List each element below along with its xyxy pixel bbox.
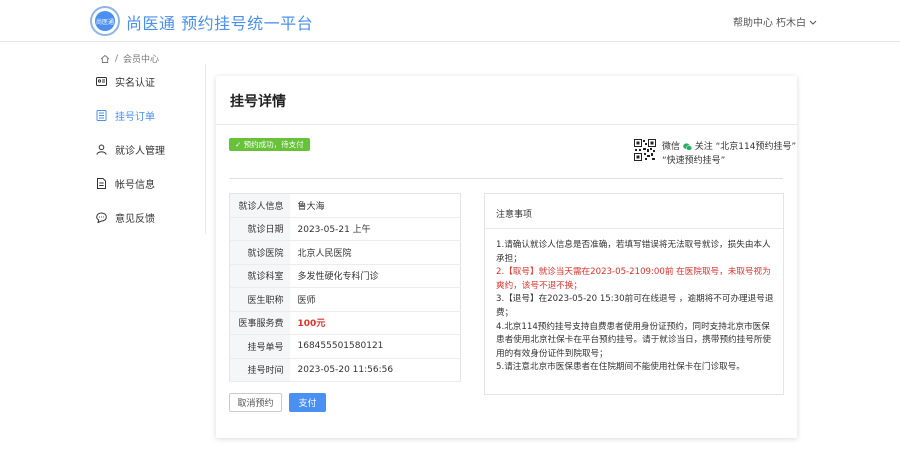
field-value: 医师	[289, 287, 461, 312]
document-icon	[97, 178, 106, 189]
field-label: 挂号单号	[229, 334, 290, 359]
field-label: 就诊科室	[229, 264, 290, 288]
notice-line: 1.请确认就诊人信息是否准确，若填写错误将无法取号就诊，损失由本人承担；	[496, 240, 771, 264]
sidebar-item-label: 帐号信息	[115, 180, 155, 191]
notice-body: 1.请确认就诊人信息是否准确，若填写错误将无法取号就诊，损失由本人承担； 2.【…	[496, 239, 778, 375]
sidebar-item-label: 挂号订单	[115, 112, 155, 123]
qr-code-icon	[634, 139, 656, 161]
field-value: 北京人民医院	[289, 240, 461, 265]
order-list-icon	[96, 110, 107, 121]
status-badge: ✓ 预约成功，待支付	[229, 138, 310, 151]
sidebar: 实名认证 挂号订单 就诊人管理 帐号信息 意见反馈	[88, 64, 206, 234]
page-title: 挂号详情	[230, 94, 286, 110]
table-row: 医事服务费 100元	[229, 311, 461, 335]
check-icon: ✓	[235, 140, 244, 149]
wechat-icon	[683, 142, 692, 151]
logo-text: 尚医通	[95, 11, 115, 31]
wechat-follow-text-2: “快速预约挂号”	[662, 156, 726, 166]
user-name: 朽木白	[776, 18, 806, 29]
divider	[229, 178, 783, 179]
field-label: 医生职称	[229, 287, 290, 312]
table-row: 挂号时间 2023-05-20 11:56:56	[229, 358, 461, 382]
field-label: 医事服务费	[229, 311, 290, 335]
field-value: 多发性硬化专科门诊	[289, 264, 461, 288]
table-row: 挂号单号 168455501580121	[229, 334, 461, 359]
cancel-appointment-button[interactable]: 取消预约	[229, 393, 282, 412]
logo[interactable]: 尚医通	[90, 6, 120, 36]
help-center-link[interactable]: 帮助中心	[733, 14, 773, 29]
table-row: 就诊日期 2023-05-21 上午	[229, 217, 461, 241]
notice-title: 注意事项	[496, 210, 533, 220]
sidebar-item-patients[interactable]: 就诊人管理	[96, 142, 165, 157]
id-card-icon	[96, 77, 107, 86]
table-row: 医生职称 医师	[229, 287, 461, 312]
sidebar-item-label: 就诊人管理	[115, 146, 165, 157]
user-menu[interactable]: 朽木白	[776, 14, 817, 29]
sidebar-item-verification[interactable]: 实名认证	[96, 74, 155, 89]
sidebar-item-account[interactable]: 帐号信息	[96, 176, 155, 191]
notice-panel: 注意事项 1.请确认就诊人信息是否准确，若填写错误将无法取号就诊，损失由本人承担…	[484, 193, 784, 395]
notice-line: 2.【取号】就诊当天需在2023-05-2109:00前 在医院取号，未取号视为…	[496, 267, 771, 291]
notice-line: 5.请注意北京市医保患者在住院期间不能使用社保卡在门诊取号。	[496, 362, 745, 373]
notice-line: 3.【退号】在2023-05-20 15:30前可在线退号 ，逾期将不可办理退号…	[496, 294, 774, 318]
table-row: 就诊科室 多发性硬化专科门诊	[229, 264, 461, 288]
order-info-table: 就诊人信息 鲁大海 就诊日期 2023-05-21 上午 就诊医院 北京人民医院 就诊科室多…	[229, 193, 461, 382]
field-value: 168455501580121	[289, 334, 461, 359]
field-label: 就诊人信息	[229, 193, 290, 218]
field-value: 鲁大海	[289, 193, 461, 218]
field-label: 就诊医院	[229, 240, 290, 265]
field-value: 100元	[289, 311, 461, 335]
sidebar-item-orders[interactable]: 挂号订单	[96, 108, 155, 123]
order-detail-card: 挂号详情 ✓ 预约成功，待支付 微信 关注 “北京114预约挂号” “快速预约挂…	[216, 76, 797, 438]
divider	[485, 228, 783, 229]
site-title[interactable]: 尚医通 预约挂号统一平台	[126, 10, 313, 34]
wechat-follow-text: 微信 关注 “北京114预约挂号”	[662, 142, 797, 152]
pay-button[interactable]: 支付	[289, 393, 326, 412]
user-icon	[96, 144, 107, 155]
field-label: 就诊日期	[229, 217, 290, 241]
breadcrumb-separator: /	[115, 53, 119, 64]
sidebar-item-label: 实名认证	[115, 78, 155, 89]
field-value: 2023-05-20 11:56:56	[289, 358, 461, 382]
field-value: 2023-05-21 上午	[289, 217, 461, 241]
notice-line: 4.北京114预约挂号支持自费患者使用身份证预约，同时支持北京市医保患者使用北京…	[496, 321, 772, 359]
top-header: 尚医通 尚医通 预约挂号统一平台 帮助中心 朽木白	[0, 0, 900, 42]
field-label: 挂号时间	[229, 358, 290, 382]
chat-icon	[96, 212, 107, 223]
home-icon[interactable]	[100, 54, 110, 64]
sidebar-item-feedback[interactable]: 意见反馈	[96, 210, 155, 225]
chevron-down-icon	[809, 20, 817, 25]
table-row: 就诊人信息 鲁大海	[229, 193, 461, 218]
divider	[216, 124, 797, 125]
sidebar-item-label: 意见反馈	[115, 214, 155, 225]
table-row: 就诊医院 北京人民医院	[229, 240, 461, 265]
